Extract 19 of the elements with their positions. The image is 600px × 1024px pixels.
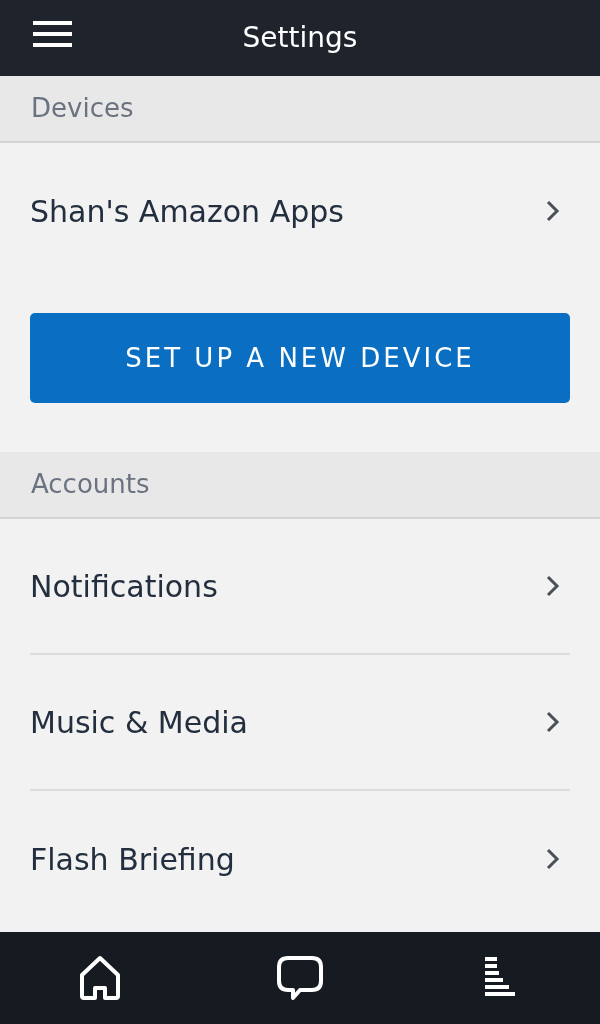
chat-icon[interactable] (276, 955, 324, 1001)
settings-row[interactable]: Flash Briefing (30, 791, 570, 927)
chevron-icon (546, 200, 560, 222)
home-icon[interactable] (78, 955, 122, 1001)
settings-row[interactable]: Notifications (30, 519, 570, 655)
settings-row[interactable]: Shan's Amazon Apps (30, 143, 570, 279)
row-label: Shan's Amazon Apps (30, 192, 344, 231)
row-label: Notifications (30, 567, 218, 606)
chevron-icon (546, 848, 560, 870)
section-header: Accounts (0, 452, 600, 519)
section-header: Devices (0, 76, 600, 143)
menu-icon[interactable] (33, 21, 72, 47)
row-label: Flash Briefing (30, 840, 235, 879)
setup-button[interactable]: SET UP A NEW DEVICE (30, 313, 570, 403)
chevron-icon (546, 711, 560, 733)
row-label: Music & Media (30, 703, 248, 742)
settings-row[interactable]: Music & Media (30, 655, 570, 791)
page-title: Settings (242, 20, 358, 56)
chevron-icon (546, 575, 560, 597)
